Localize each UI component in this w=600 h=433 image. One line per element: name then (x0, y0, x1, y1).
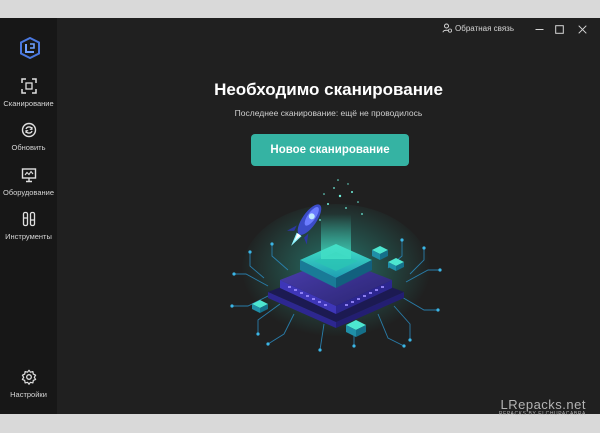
sidebar-item-update[interactable]: Обновить (0, 122, 57, 152)
app-window: Сканирование Обновить Оборудование Инстр… (0, 18, 600, 414)
sidebar: Сканирование Обновить Оборудование Инстр… (0, 18, 57, 414)
monitor-icon (21, 168, 36, 183)
sidebar-item-label: Инструменты (5, 232, 52, 241)
watermark-text: LRepacks.net (500, 397, 586, 412)
sidebar-item-scan[interactable]: Сканирование (0, 78, 57, 108)
person-feedback-icon (442, 23, 453, 33)
close-button[interactable] (573, 21, 591, 37)
page-title: Необходимо сканирование (214, 80, 443, 99)
minimize-button[interactable] (530, 21, 548, 37)
sidebar-item-label: Сканирование (3, 99, 54, 108)
minimize-icon (535, 28, 543, 30)
gear-icon (21, 369, 36, 385)
feedback-label: Обратная связь (455, 23, 514, 33)
sidebar-item-label: Настройки (10, 390, 47, 399)
refresh-icon (21, 122, 36, 138)
chip-rocket-illustration (230, 179, 442, 352)
maximize-icon (554, 24, 564, 34)
sidebar-item-label: Обновить (11, 143, 46, 152)
close-icon (577, 24, 587, 34)
maximize-button[interactable] (550, 21, 568, 37)
sidebar-item-hardware[interactable]: Оборудование (0, 167, 57, 197)
scan-icon (20, 78, 37, 94)
sidebar-item-tools[interactable]: Инструменты (0, 211, 57, 241)
feedback-button[interactable]: Обратная связь (442, 23, 514, 33)
title-bar: Обратная связь (300, 18, 600, 40)
new-scan-button[interactable]: Новое сканирование (251, 134, 409, 166)
sidebar-item-settings[interactable]: Настройки (0, 369, 57, 399)
shield-logo-icon (20, 37, 40, 59)
tools-icon (22, 211, 35, 227)
sidebar-item-label: Оборудование (2, 188, 54, 197)
watermark: LRepacks.net REPACKS BY ELCHUPACABRA (499, 397, 586, 417)
last-scan-status: Последнее сканирование: ещё не проводило… (234, 108, 423, 118)
watermark-subtext: REPACKS BY ELCHUPACABRA (498, 411, 586, 417)
